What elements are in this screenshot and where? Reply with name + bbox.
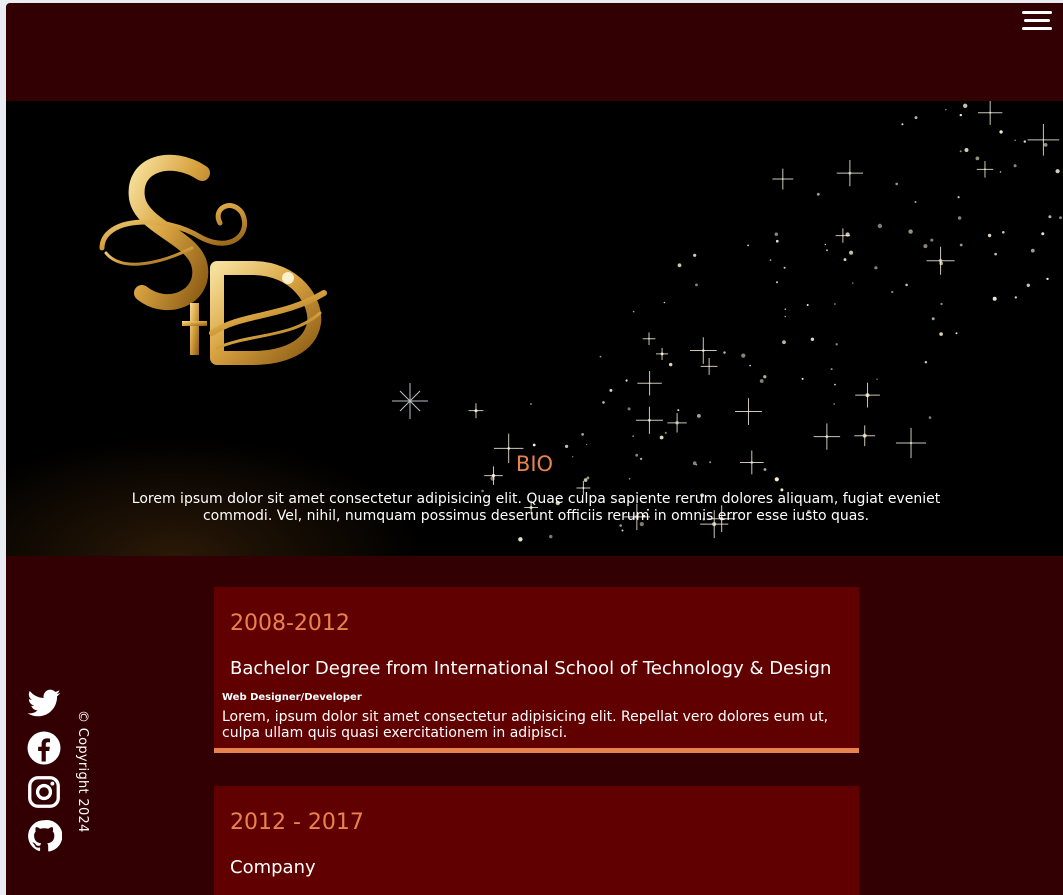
twitter-icon[interactable] [26, 686, 62, 722]
timeline-title: Company [230, 857, 316, 878]
github-icon[interactable] [26, 818, 63, 854]
social-links [26, 686, 63, 862]
timeline-years: 2008-2012 [230, 611, 350, 636]
sd-monogram-logo [99, 154, 327, 365]
page-frame: BIO Lorem ipsum dolor sit amet consectet… [6, 3, 1063, 895]
timeline-card: 2008-2012 Bachelor Degree from Internati… [214, 587, 859, 753]
bio-text: Lorem ipsum dolor sit amet consectetur a… [131, 491, 941, 524]
facebook-icon[interactable] [26, 730, 62, 766]
timeline-years: 2012 - 2017 [230, 810, 364, 835]
timeline-title: Bachelor Degree from International Schoo… [230, 658, 832, 679]
hero-banner: BIO Lorem ipsum dolor sit amet consectet… [6, 101, 1063, 556]
timeline-description: Lorem, ipsum dolor sit amet consectetur … [222, 709, 829, 741]
bio-title: BIO [515, 452, 554, 476]
timeline-role: Web Designer/Developer [222, 692, 362, 703]
hamburger-menu-icon[interactable] [1022, 9, 1052, 33]
copyright-text: © Copyright 2024 [75, 710, 90, 833]
timeline-card: 2012 - 2017 Company [214, 786, 859, 895]
instagram-icon[interactable] [26, 774, 62, 810]
